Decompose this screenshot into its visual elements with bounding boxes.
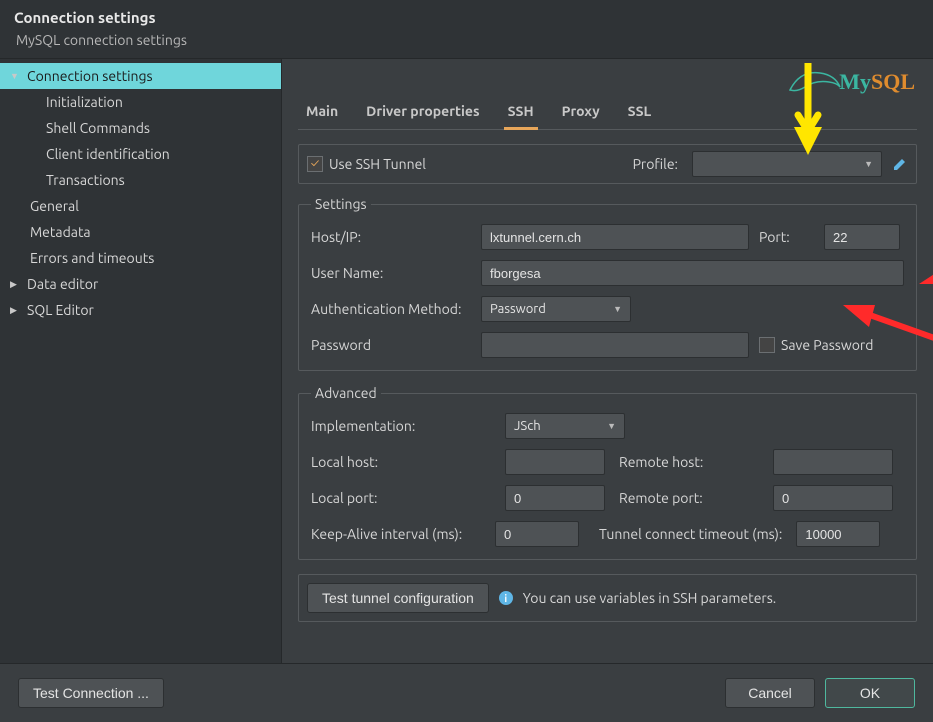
sidebar-item-client-identification[interactable]: Client identification (0, 141, 281, 167)
test-connection-button[interactable]: Test Connection ... (18, 678, 164, 708)
advanced-group: Advanced Implementation: JSch ▼ Local ho… (298, 385, 917, 560)
sidebar-item-label: General (30, 198, 79, 214)
sidebar-item-label: Initialization (46, 94, 123, 110)
dolphin-icon (785, 65, 845, 95)
username-label: User Name: (311, 265, 467, 281)
dialog-title: Connection settings (14, 9, 919, 26)
mysql-logo: MySQL (839, 69, 915, 95)
logo-sql: SQL (871, 69, 915, 95)
sidebar-item-label: Shell Commands (46, 120, 150, 136)
use-ssh-tunnel-label: Use SSH Tunnel (329, 156, 426, 172)
settings-group: Settings Host/IP: Port: User Name: Authe… (298, 196, 917, 371)
impl-label: Implementation: (311, 418, 487, 434)
keepalive-label: Keep-Alive interval (ms): (311, 526, 481, 542)
sidebar-item-errors-and-timeouts[interactable]: Errors and timeouts (0, 245, 281, 271)
auth-method-label: Authentication Method: (311, 301, 467, 317)
dialog-footer: Test Connection ... Cancel OK (0, 663, 933, 722)
chevron-down-icon: ▼ (10, 71, 21, 82)
content-pane: MySQL Main Driver properties SSH Proxy SSL ✓ (282, 59, 933, 663)
port-label: Port: (759, 229, 810, 245)
remote-port-input[interactable] (773, 485, 893, 511)
username-input[interactable] (481, 260, 904, 286)
sidebar-item-transactions[interactable]: Transactions (0, 167, 281, 193)
advanced-legend: Advanced (311, 385, 381, 401)
tab-ssl[interactable]: SSL (624, 95, 656, 129)
pencil-icon[interactable] (892, 156, 908, 172)
sidebar-item-label: Metadata (30, 224, 91, 240)
checkbox-icon: ✓ (307, 156, 323, 172)
chevron-down-icon: ▼ (864, 159, 873, 169)
sidebar-item-label: Connection settings (27, 68, 153, 84)
ok-button[interactable]: OK (825, 678, 915, 708)
annotation-arrow-red-host (917, 249, 933, 294)
keepalive-input[interactable] (495, 521, 579, 547)
auth-method-value: Password (490, 302, 546, 316)
host-label: Host/IP: (311, 229, 467, 245)
ssh-top-row: ✓ Use SSH Tunnel Profile: ▼ (298, 144, 917, 184)
test-tunnel-hint: You can use variables in SSH parameters. (523, 590, 776, 606)
chevron-right-icon: ▶ (10, 279, 21, 290)
host-input[interactable] (481, 224, 749, 250)
port-input[interactable] (824, 224, 900, 250)
tab-ssh[interactable]: SSH (504, 95, 538, 129)
profile-dropdown[interactable]: ▼ (692, 151, 882, 177)
local-host-input[interactable] (505, 449, 605, 475)
info-icon: i (499, 591, 513, 605)
test-tunnel-row: Test tunnel configuration i You can use … (298, 574, 917, 622)
sidebar-item-data-editor[interactable]: ▶ Data editor (0, 271, 281, 297)
sidebar-item-shell-commands[interactable]: Shell Commands (0, 115, 281, 141)
chevron-down-icon: ▼ (607, 421, 616, 431)
chevron-down-icon: ▼ (613, 304, 622, 314)
local-host-label: Local host: (311, 454, 487, 470)
sidebar-item-label: Data editor (27, 276, 98, 292)
sidebar-item-label: Client identification (46, 146, 170, 162)
remote-port-label: Remote port: (619, 490, 755, 506)
tabs: Main Driver properties SSH Proxy SSL (298, 95, 917, 130)
sidebar-item-label: SQL Editor (27, 302, 94, 318)
dialog-header: Connection settings MySQL connection set… (0, 0, 933, 59)
sidebar-item-sql-editor[interactable]: ▶ SQL Editor (0, 297, 281, 323)
timeout-label: Tunnel connect timeout (ms): (599, 526, 782, 542)
use-ssh-tunnel-checkbox[interactable]: ✓ Use SSH Tunnel (307, 156, 426, 172)
dialog-subtitle: MySQL connection settings (14, 32, 919, 48)
remote-host-input[interactable] (773, 449, 893, 475)
sidebar-item-label: Errors and timeouts (30, 250, 154, 266)
sidebar: ▼ Connection settings Initialization Shell … (0, 59, 282, 663)
save-password-label: Save Password (781, 337, 873, 353)
cancel-button[interactable]: Cancel (725, 678, 815, 708)
sidebar-item-label: Transactions (46, 172, 125, 188)
sidebar-item-connection-settings[interactable]: ▼ Connection settings (0, 63, 281, 89)
profile-label: Profile: (633, 156, 678, 172)
local-port-label: Local port: (311, 490, 487, 506)
impl-value: JSch (514, 419, 541, 433)
sidebar-item-metadata[interactable]: Metadata (0, 219, 281, 245)
save-password-checkbox[interactable]: ✓ (759, 337, 775, 353)
test-tunnel-button[interactable]: Test tunnel configuration (307, 583, 489, 613)
sidebar-item-initialization[interactable]: Initialization (0, 89, 281, 115)
auth-method-dropdown[interactable]: Password ▼ (481, 296, 631, 322)
tab-proxy[interactable]: Proxy (558, 95, 604, 129)
remote-host-label: Remote host: (619, 454, 755, 470)
settings-legend: Settings (311, 196, 371, 212)
local-port-input[interactable] (505, 485, 605, 511)
impl-dropdown[interactable]: JSch ▼ (505, 413, 625, 439)
password-input[interactable] (481, 332, 749, 358)
timeout-input[interactable] (796, 521, 880, 547)
tab-main[interactable]: Main (302, 95, 342, 129)
chevron-right-icon: ▶ (10, 305, 21, 316)
password-label: Password (311, 337, 467, 353)
sidebar-item-general[interactable]: General (0, 193, 281, 219)
tab-driver-properties[interactable]: Driver properties (362, 95, 483, 129)
